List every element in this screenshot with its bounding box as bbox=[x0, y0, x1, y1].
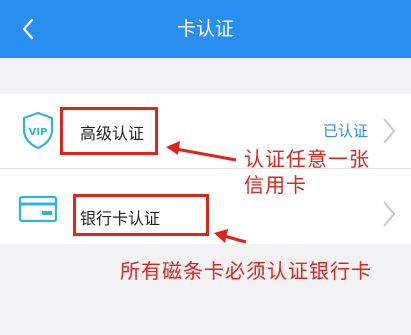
annotation-credit-card-note: 认证任意一张 信用卡 bbox=[244, 146, 404, 198]
arrow-to-advanced-verification bbox=[166, 141, 237, 162]
annotation-magstripe-note: 所有磁条卡必须认证银行卡 bbox=[120, 259, 372, 283]
annotation-line-1: 认证任意一张 bbox=[244, 147, 370, 171]
arrow-to-bank-card bbox=[214, 229, 247, 244]
annotation-line-2: 信用卡 bbox=[244, 173, 307, 197]
